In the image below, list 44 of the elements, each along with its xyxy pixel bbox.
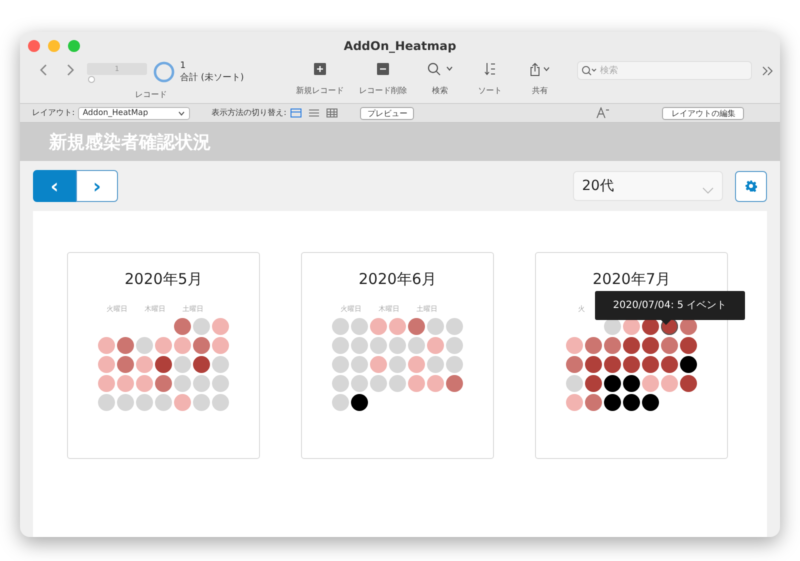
toolbar-button[interactable]: 検索 — [416, 62, 464, 97]
caret-icon — [702, 186, 714, 194]
record-summary: 合計 (未ソート) — [180, 72, 244, 85]
table-view-icon[interactable] — [326, 108, 338, 118]
overflow-icon[interactable] — [762, 66, 774, 76]
plus-icon — [314, 63, 326, 75]
minus-icon — [377, 63, 389, 75]
toolbar-button[interactable]: 新規レコード — [290, 62, 350, 97]
age-dropdown[interactable]: 20代 — [573, 171, 723, 201]
settings-button[interactable] — [735, 170, 767, 202]
tooltip-arrow — [661, 320, 671, 325]
toolbar-button[interactable]: 共有 — [516, 62, 564, 97]
month-title: 2020年6月 — [358, 269, 436, 290]
caret-icon — [178, 110, 185, 116]
month-title: 2020年5月 — [124, 269, 202, 290]
back-icon[interactable] — [40, 64, 48, 76]
form-view-icon[interactable] — [290, 108, 302, 118]
search-icon — [581, 65, 597, 76]
next-button[interactable]: › — [76, 170, 118, 202]
zoom-icon[interactable] — [68, 40, 80, 52]
forward-icon[interactable] — [66, 64, 74, 76]
layout-label: レイアウト: — [32, 107, 75, 119]
layout-dropdown[interactable]: Addon_HeatMap — [78, 106, 190, 120]
toolbar-button[interactable]: レコード削除 — [350, 62, 416, 97]
window-title: AddOn_Heatmap — [344, 39, 456, 53]
view-switch-label: 表示方法の切り替え: — [212, 107, 286, 119]
record-count: 1 — [180, 60, 186, 72]
font-size-icon[interactable] — [596, 107, 610, 119]
month-title: 2020年7月 — [592, 269, 670, 290]
preview-button[interactable]: プレビュー — [360, 106, 414, 120]
settings-icon — [745, 180, 757, 192]
search-field[interactable]: 検索 — [577, 61, 752, 80]
toolbar-button[interactable]: ソート — [464, 62, 516, 97]
search-icon — [427, 62, 453, 76]
close-icon[interactable] — [28, 40, 40, 52]
sort-icon — [484, 62, 496, 76]
edit-layout-button[interactable]: レイアウトの編集 — [662, 106, 744, 120]
previous-button[interactable]: ‹ — [33, 170, 76, 202]
record-label: レコード — [135, 89, 167, 101]
record-circle-icon — [153, 61, 175, 83]
share-icon — [530, 62, 550, 76]
list-view-icon[interactable] — [308, 108, 320, 118]
minimize-icon[interactable] — [48, 40, 60, 52]
slider-thumb[interactable] — [88, 76, 96, 83]
